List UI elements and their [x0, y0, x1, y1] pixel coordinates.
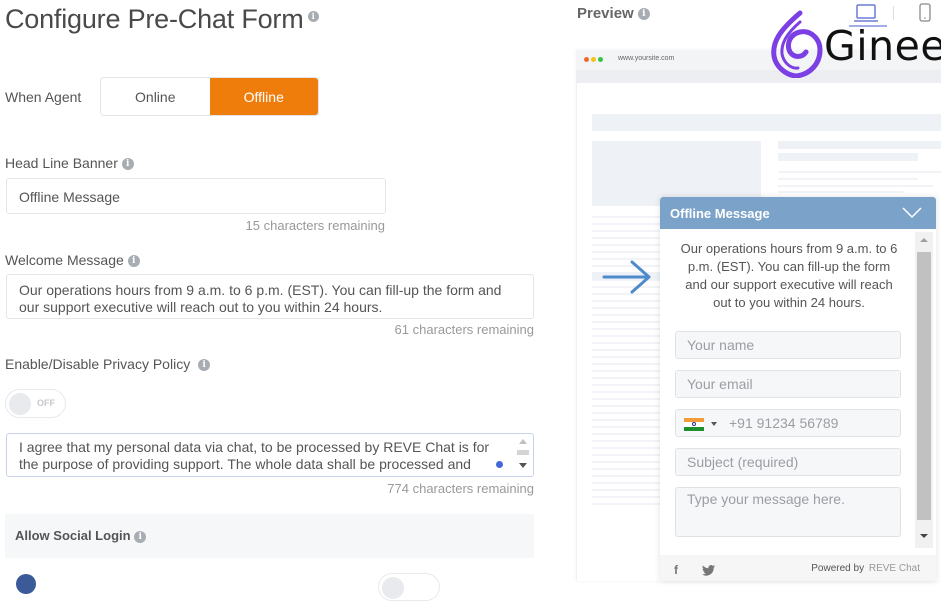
headline-remaining-count: 15 characters remaining	[245, 218, 385, 233]
privacy-policy-textarea[interactable]: I agree that my personal data via chat, …	[6, 433, 534, 477]
privacy-policy-label-text: Enable/Disable Privacy Policy	[5, 356, 191, 372]
chat-phone-placeholder: +91 91234 56789	[729, 415, 839, 431]
scroll-thumb[interactable]	[517, 450, 529, 455]
welcome-message-textarea[interactable]: Our operations hours from 9 a.m. to 6 p.…	[6, 274, 534, 319]
online-option-button[interactable]: Online	[101, 78, 210, 115]
chat-message-textarea[interactable]: Type your message here.	[675, 487, 901, 537]
window-maximize-dot	[598, 57, 603, 62]
ginee-logo-text: Ginee	[824, 22, 941, 70]
facebook-icon	[16, 574, 36, 594]
india-flag-icon[interactable]	[684, 418, 704, 431]
country-dropdown-caret-icon[interactable]	[711, 422, 717, 426]
preview-label: Preview i	[577, 5, 650, 22]
page-title-text: Configure Pre-Chat Form	[5, 4, 304, 34]
skeleton-line	[778, 153, 918, 161]
offline-option-button[interactable]: Offline	[209, 78, 318, 115]
skeleton-line	[778, 178, 918, 180]
scroll-down-arrow-icon[interactable]	[519, 463, 527, 468]
social-login-label-text: Allow Social Login	[15, 528, 131, 543]
arrow-right-icon	[602, 260, 651, 294]
mock-url: www.yoursite.com	[618, 55, 675, 62]
twitter-icon[interactable]	[702, 565, 715, 576]
toggle-knob	[382, 577, 404, 599]
page-title: Configure Pre-Chat Form i	[5, 4, 319, 35]
powered-by-text: Powered by REVE Chat	[811, 563, 920, 574]
scroll-down-arrow-icon[interactable]	[920, 534, 928, 538]
chat-email-input[interactable]: Your email	[675, 370, 901, 398]
info-icon[interactable]: i	[637, 8, 650, 21]
mock-browser-subbar	[576, 70, 941, 83]
grammar-indicator-dot	[496, 461, 503, 468]
powered-by-brand[interactable]: REVE Chat	[869, 563, 920, 574]
facebook-login-toggle[interactable]	[378, 573, 440, 601]
privacy-textarea-scrollbar[interactable]	[515, 435, 531, 475]
welcome-message-label-text: Welcome Message	[5, 252, 124, 268]
social-login-label: Allow Social Login i	[15, 528, 147, 543]
chat-phone-input[interactable]: +91 91234 56789	[675, 409, 901, 437]
info-icon[interactable]: i	[307, 11, 319, 23]
info-icon[interactable]: i	[127, 255, 140, 268]
privacy-remaining-count: 774 characters remaining	[387, 481, 534, 496]
skeleton-line	[778, 185, 933, 187]
skeleton-line	[778, 191, 903, 193]
scroll-thumb[interactable]	[917, 252, 931, 520]
chat-welcome-message: Our operations hours from 9 a.m. to 6 p.…	[680, 241, 898, 310]
facebook-icon[interactable]: f	[674, 563, 678, 577]
scroll-up-arrow-icon[interactable]	[920, 238, 928, 242]
chat-subject-input[interactable]: Subject (required)	[675, 448, 901, 476]
info-icon[interactable]: i	[121, 158, 134, 171]
toggle-state-text: OFF	[37, 398, 55, 408]
window-minimize-dot	[591, 57, 596, 62]
headline-banner-label-text: Head Line Banner	[5, 155, 118, 171]
skeleton-line	[778, 141, 941, 149]
chat-scrollbar[interactable]	[915, 232, 933, 548]
chat-widget-header: Offline Message	[660, 197, 936, 229]
chat-widget-footer: f Powered by REVE Chat	[660, 555, 936, 581]
toggle-knob	[9, 393, 31, 415]
skeleton-line	[778, 171, 941, 173]
headline-banner-label: Head Line Banner i	[5, 155, 134, 171]
privacy-policy-toggle[interactable]: OFF	[5, 389, 66, 418]
when-agent-label: When Agent	[5, 89, 82, 105]
mobile-icon	[919, 3, 931, 22]
headline-banner-input[interactable]: Offline Message	[6, 178, 386, 214]
powered-by-label: Powered by	[811, 563, 865, 574]
chat-header-title: Offline Message	[670, 206, 770, 221]
privacy-policy-label: Enable/Disable Privacy Policy i	[5, 356, 211, 372]
info-icon[interactable]: i	[198, 359, 211, 372]
chat-name-input[interactable]: Your name	[675, 331, 901, 359]
ginee-logo-icon	[771, 10, 823, 78]
device-divider	[893, 6, 894, 20]
social-login-section: Allow Social Login i	[5, 514, 534, 558]
chevron-down-icon[interactable]	[902, 207, 922, 219]
welcome-message-label: Welcome Message i	[5, 252, 140, 268]
skeleton-bar	[592, 114, 941, 131]
scroll-up-arrow-icon[interactable]	[519, 439, 527, 444]
preview-label-text: Preview	[577, 5, 634, 22]
window-close-dot	[584, 57, 589, 62]
welcome-remaining-count: 61 characters remaining	[394, 322, 534, 337]
info-icon[interactable]: i	[134, 530, 147, 543]
agent-status-segmented-control: Online Offline	[100, 77, 319, 116]
